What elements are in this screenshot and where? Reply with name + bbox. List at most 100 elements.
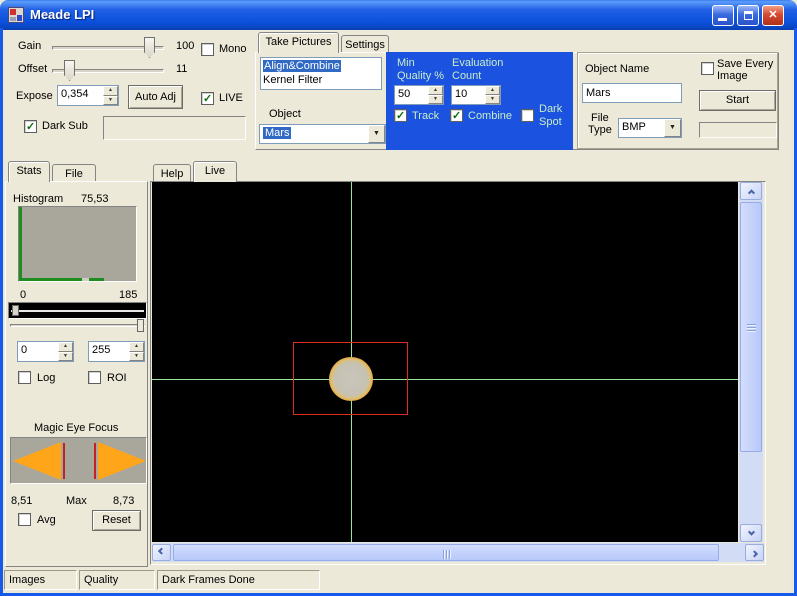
combine-checkbox[interactable]: ✓ bbox=[450, 109, 463, 122]
dark-spot-checkbox[interactable]: ✓ bbox=[521, 109, 534, 122]
eval-count-spin-up-icon[interactable]: ▲ bbox=[485, 86, 500, 95]
black-point-spin-down-icon[interactable]: ▼ bbox=[58, 352, 73, 362]
black-point-spinner[interactable]: 0 ▲ ▼ bbox=[17, 341, 74, 362]
expose-value[interactable]: 0,354 bbox=[58, 86, 103, 105]
eval-count-spin-down-icon[interactable]: ▼ bbox=[485, 95, 500, 104]
crosshair-horizontal bbox=[152, 379, 738, 380]
eval-count-label-line2: Count bbox=[452, 70, 481, 83]
black-level-slider[interactable] bbox=[8, 302, 147, 319]
offset-label: Offset bbox=[18, 63, 47, 76]
offset-slider-thumb[interactable] bbox=[64, 60, 75, 81]
expose-spin-down-icon[interactable]: ▼ bbox=[103, 96, 118, 106]
histogram-plot bbox=[18, 206, 137, 282]
histogram-tick bbox=[82, 278, 89, 281]
save-every-label-line2: Image bbox=[717, 70, 748, 83]
min-quality-spinner[interactable]: 50 ▲ ▼ bbox=[394, 85, 444, 105]
avg-label: Avg bbox=[37, 514, 56, 527]
scroll-left-icon bbox=[158, 548, 165, 555]
min-quality-spin-down-icon[interactable]: ▼ bbox=[428, 95, 443, 104]
scroll-left-button[interactable] bbox=[152, 544, 171, 561]
live-checkbox[interactable]: ✓ bbox=[201, 92, 214, 105]
black-point-value[interactable]: 0 bbox=[18, 342, 58, 361]
log-checkbox[interactable]: ✓ bbox=[18, 371, 31, 384]
white-point-value[interactable]: 255 bbox=[89, 342, 129, 361]
expose-spinner[interactable]: 0,354 ▲ ▼ bbox=[57, 85, 119, 106]
gain-label: Gain bbox=[18, 40, 41, 53]
white-point-spin-down-icon[interactable]: ▼ bbox=[129, 352, 144, 362]
white-point-spinner[interactable]: 255 ▲ ▼ bbox=[88, 341, 145, 362]
status-dark-frames: Dark Frames Done bbox=[157, 570, 320, 590]
offset-slider[interactable] bbox=[52, 60, 164, 82]
minimize-button[interactable] bbox=[712, 5, 734, 26]
black-level-thumb[interactable] bbox=[12, 305, 19, 316]
list-item-kernel-filter[interactable]: Kernel Filter bbox=[261, 73, 381, 87]
file-type-dropdown-icon[interactable]: ▼ bbox=[664, 119, 681, 137]
track-label: Track bbox=[412, 110, 439, 123]
start-button[interactable]: Start bbox=[699, 90, 776, 111]
eval-count-spinner[interactable]: 10 ▲ ▼ bbox=[451, 85, 501, 105]
status-quality: Quality bbox=[79, 570, 155, 590]
viewer-vscrollbar[interactable] bbox=[739, 182, 763, 542]
window-border-left bbox=[0, 28, 3, 596]
live-image-canvas[interactable] bbox=[152, 182, 738, 542]
object-combo[interactable]: Mars ▼ bbox=[259, 124, 386, 144]
status-images: Images bbox=[4, 570, 77, 590]
scroll-up-button[interactable] bbox=[740, 182, 762, 200]
tab-take-pictures[interactable]: Take Pictures bbox=[258, 32, 339, 53]
min-quality-spin-up-icon[interactable]: ▲ bbox=[428, 86, 443, 95]
expose-spin-up-icon[interactable]: ▲ bbox=[103, 86, 118, 96]
object-label: Object bbox=[269, 108, 301, 121]
track-checkbox[interactable]: ✓ bbox=[394, 109, 407, 122]
scroll-right-button[interactable] bbox=[745, 544, 764, 561]
gain-slider[interactable] bbox=[52, 37, 164, 59]
eval-count-value[interactable]: 10 bbox=[452, 86, 485, 104]
save-progress-display bbox=[699, 122, 777, 138]
min-quality-value[interactable]: 50 bbox=[395, 86, 428, 104]
maximize-button[interactable] bbox=[737, 5, 759, 26]
range-max-label: 185 bbox=[119, 289, 137, 302]
gain-slider-thumb[interactable] bbox=[144, 37, 155, 58]
object-value: Mars bbox=[263, 127, 291, 139]
close-button[interactable]: ✕ bbox=[762, 5, 784, 26]
tab-live[interactable]: Live bbox=[193, 161, 237, 182]
roi-checkbox[interactable]: ✓ bbox=[88, 371, 101, 384]
white-level-thumb[interactable] bbox=[137, 319, 144, 332]
vscroll-thumb[interactable] bbox=[740, 202, 762, 452]
save-every-checkbox[interactable]: ✓ bbox=[701, 62, 714, 75]
black-point-spin-up-icon[interactable]: ▲ bbox=[58, 342, 73, 352]
file-type-combo[interactable]: BMP ▼ bbox=[618, 118, 682, 138]
object-name-label: Object Name bbox=[585, 63, 649, 76]
combine-label: Combine bbox=[468, 110, 512, 123]
eval-count-label-line1: Evaluation bbox=[452, 57, 503, 70]
object-combo-dropdown-icon[interactable]: ▼ bbox=[368, 125, 385, 143]
process-listbox[interactable]: Align&Combine Kernel Filter bbox=[260, 57, 382, 90]
histogram-axis-left bbox=[19, 207, 22, 281]
minimize-icon bbox=[718, 18, 727, 21]
dark-sub-checkbox[interactable]: ✓ bbox=[24, 120, 37, 133]
file-type-value: BMP bbox=[619, 119, 664, 137]
tab-settings[interactable]: Settings bbox=[341, 35, 389, 53]
reset-button[interactable]: Reset bbox=[92, 510, 141, 531]
mono-checkbox[interactable]: ✓ bbox=[201, 43, 214, 56]
avg-checkbox[interactable]: ✓ bbox=[18, 513, 31, 526]
histogram-value: 75,53 bbox=[81, 193, 109, 206]
tab-stats[interactable]: Stats bbox=[8, 161, 50, 182]
roi-label: ROI bbox=[107, 372, 127, 385]
planet-image bbox=[329, 357, 373, 401]
viewer-hscrollbar[interactable] bbox=[152, 543, 764, 562]
list-item-align-combine[interactable]: Align&Combine bbox=[261, 59, 381, 73]
white-point-spin-up-icon[interactable]: ▲ bbox=[129, 342, 144, 352]
white-level-slider[interactable] bbox=[10, 318, 145, 334]
scroll-up-icon bbox=[747, 189, 754, 196]
hscroll-grip-icon bbox=[443, 550, 451, 559]
tab-help[interactable]: Help bbox=[153, 164, 191, 182]
meade-lpi-window: Meade LPI ✕ Gain 100 ✓ Mono Offset 11 Ex… bbox=[0, 0, 797, 596]
object-name-input[interactable] bbox=[582, 83, 682, 103]
dark-spot-label-line2: Spot bbox=[539, 116, 562, 129]
tab-file[interactable]: File bbox=[52, 164, 96, 182]
histogram-axis-bottom bbox=[19, 278, 104, 281]
title-bar[interactable]: Meade LPI ✕ bbox=[0, 0, 797, 30]
hscroll-thumb[interactable] bbox=[173, 544, 719, 561]
auto-adj-button[interactable]: Auto Adj bbox=[128, 85, 183, 109]
scroll-down-button[interactable] bbox=[740, 524, 762, 542]
